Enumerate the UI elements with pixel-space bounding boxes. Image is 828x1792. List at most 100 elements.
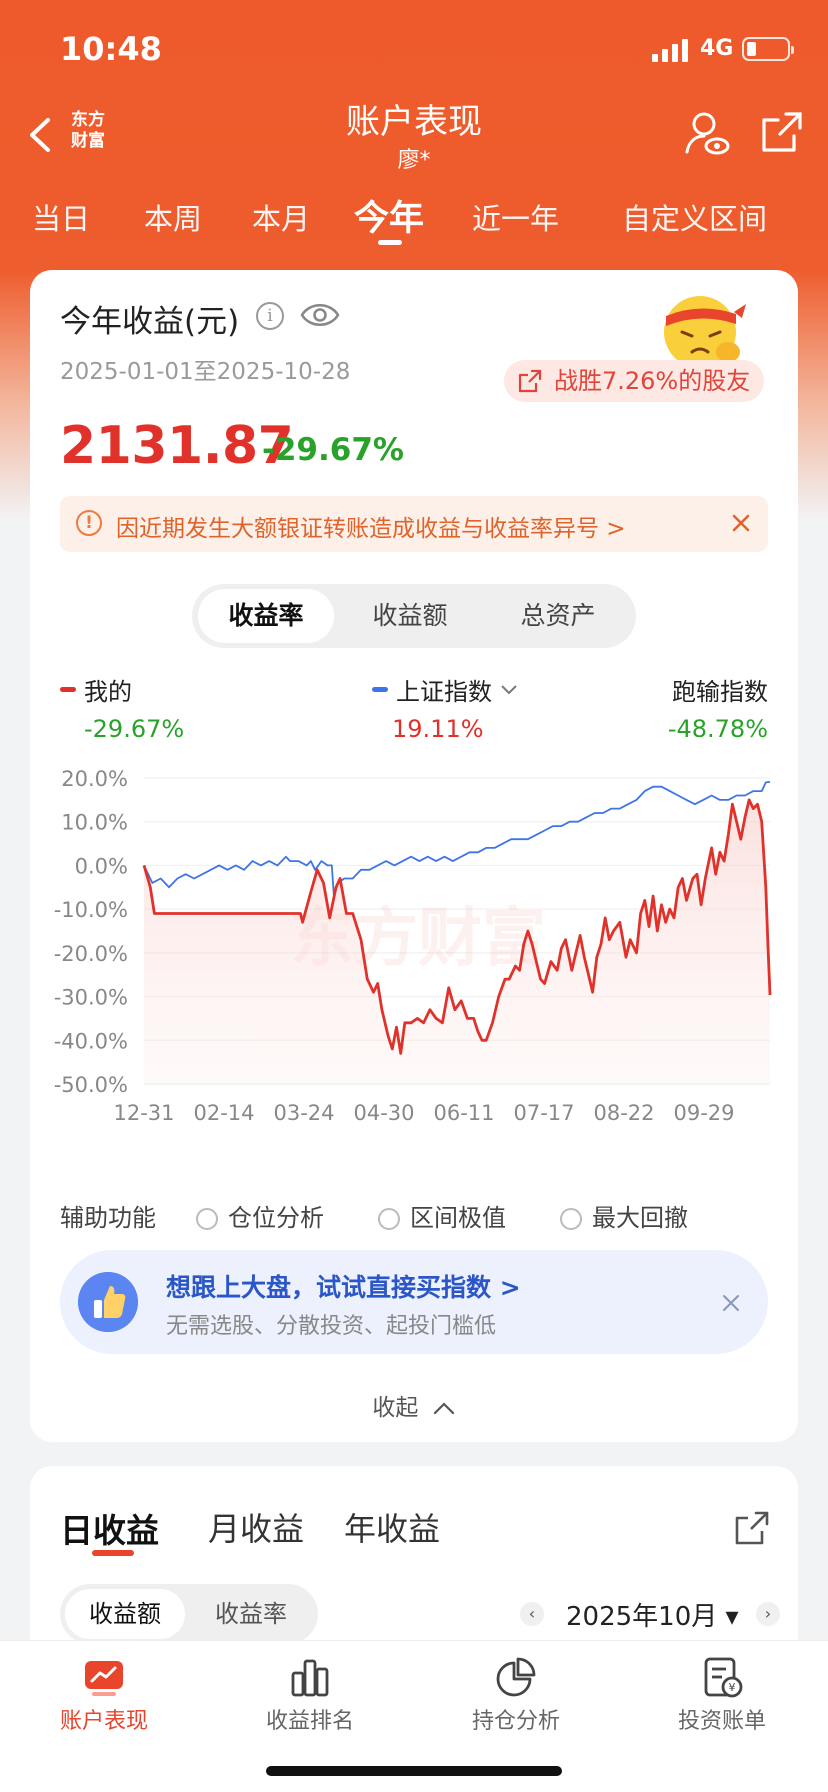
bill-icon: ¥ [704,1657,743,1698]
legend-diff: 跑输指数 -48.78% [668,672,768,743]
tab-daily-earnings[interactable]: 日收益 [60,1504,159,1552]
segment-rate[interactable]: 收益率 [190,1589,312,1639]
tab-custom-range[interactable]: 自定义区间 [622,196,767,238]
svg-text:¥: ¥ [729,1681,736,1694]
tab-monthly-earnings[interactable]: 月收益 [208,1504,304,1550]
promo-banner[interactable]: 想跟上大盘，试试直接买指数 > 无需选股、分散投资、起投门槛低 [60,1250,768,1354]
warning-icon: ! [76,510,102,536]
x-tick-label: 08-22 [593,1101,654,1125]
aux-max-drawdown[interactable]: 最大回撤 [560,1198,688,1233]
legend-diff-value: -48.78% [667,715,768,743]
pie-chart-icon [496,1657,536,1697]
aux-title: 辅助功能 [60,1204,156,1232]
legend-index[interactable]: 上证指数 19.11% [372,672,518,743]
x-tick-label: 06-11 [433,1101,494,1125]
eye-icon[interactable] [300,298,340,332]
date-range: 2025-01-01至2025-10-28 [60,359,351,385]
y-tick-label: 20.0% [61,767,128,791]
radio-icon [560,1208,582,1230]
legend-mine-value: -29.67% [84,715,185,743]
earnings-segmented-control: 收益额 收益率 [60,1584,318,1644]
aux-range-extreme[interactable]: 区间极值 [378,1198,506,1233]
active-tab-indicator [378,240,402,245]
profit-rate: -29.67% [262,432,404,468]
tabbar-account-performance[interactable]: 账户表现 [14,1655,194,1735]
chevron-up-icon [433,1402,454,1415]
user-eye-icon[interactable] [684,110,730,156]
index-line [143,781,771,897]
active-tab-indicator [92,1550,134,1556]
radio-icon [378,1208,400,1230]
segment-return-rate[interactable]: 收益率 [198,589,334,643]
share-icon[interactable] [734,1510,770,1546]
metric-segmented-control: 收益率 收益额 总资产 [192,584,636,648]
segment-amount[interactable]: 收益额 [65,1589,185,1639]
promo-title: 想跟上大盘，试试直接买指数 > [166,1273,521,1302]
x-tick-label: 12-31 [113,1101,174,1125]
signal-icon [652,38,688,62]
prev-month-icon[interactable]: ‹ [520,1602,544,1626]
radio-icon [196,1208,218,1230]
close-icon[interactable] [728,510,754,536]
return-line-chart[interactable]: 东方财富 20.0%10.0%0.0%-10.0%-20.0%-30.0%-40… [50,750,790,1130]
share-small-icon [518,369,542,393]
tabbar-holdings[interactable]: 持仓分析 [426,1655,606,1735]
aux-functions: 辅助功能 仓位分析 区间极值 最大回撤 [60,1198,768,1238]
battery-icon [742,37,794,61]
share-icon[interactable] [760,110,804,154]
info-icon[interactable]: i [256,302,284,330]
tab-last-year[interactable]: 近一年 [472,196,559,238]
beat-badge[interactable]: 战胜7.26%的股友 [504,360,765,402]
nav-header: 东方财富 账户表现 廖* [0,92,828,182]
legend-diff-label: 跑输指数 [672,678,768,706]
x-tick-label: 04-30 [353,1101,414,1125]
y-tick-label: -30.0% [54,986,128,1010]
status-bar: 10:48 4G [0,0,828,100]
month-label[interactable]: 2025年10月 ▾ [566,1596,739,1633]
legend-index-value: 19.11% [392,715,484,743]
status-time: 10:48 [60,30,162,68]
close-icon[interactable] [720,1292,742,1314]
x-tick-label: 09-29 [673,1101,734,1125]
tab-today[interactable]: 当日 [32,196,90,238]
summary-title: 今年收益(元) [60,304,240,340]
chart-legend: 我的 -29.67% 上证指数 19.11% 跑输指数 -48.78% [60,672,768,748]
tabbar-ranking[interactable]: 收益排名 [220,1655,400,1735]
period-tabs: 当日 本周 本月 今年 近一年 自定义区间 [0,186,828,246]
home-indicator [266,1766,562,1776]
promo-subtitle: 无需选股、分散投资、起投门槛低 [166,1314,497,1339]
collapse-label: 收起 [372,1395,419,1421]
next-month-icon[interactable]: › [756,1602,780,1626]
month-picker: ‹ 2025年10月 ▾ › [492,1584,782,1644]
y-tick-label: -50.0% [54,1073,128,1097]
chart-screen-icon [85,1661,123,1696]
x-tick-label: 03-24 [273,1101,334,1125]
y-tick-label: 10.0% [61,811,128,835]
tabbar-bills[interactable]: ¥ 投资账单 [632,1655,812,1735]
segment-total-assets[interactable]: 总资产 [486,589,630,643]
x-tick-label: 02-14 [193,1101,254,1125]
y-tick-label: -40.0% [54,1029,128,1053]
tab-month[interactable]: 本月 [252,196,310,238]
notice-banner[interactable]: ! 因近期发生大额银证转账造成收益与收益率异号 > [60,496,768,552]
notice-text: 因近期发生大额银证转账造成收益与收益率异号 > [116,516,626,542]
legend-index-label: 上证指数 [396,678,492,706]
segment-return-amount[interactable]: 收益额 [340,589,480,643]
chevron-down-icon [501,684,517,694]
tabbar-label: 收益排名 [265,1709,354,1734]
legend-mine: 我的 -29.67% [60,672,184,743]
legend-mine-label: 我的 [84,678,132,706]
beat-text: 战胜7.26%的股友 [554,367,751,395]
collapse-toggle[interactable]: 收起 [30,1388,798,1422]
tab-week[interactable]: 本周 [144,196,202,238]
tab-year[interactable]: 今年 [354,190,424,241]
profit-amount: 2131.87 [60,416,294,476]
tabbar-label: 持仓分析 [471,1709,560,1734]
aux-position-analysis[interactable]: 仓位分析 [196,1198,324,1233]
tabbar-label: 投资账单 [677,1709,766,1734]
tab-yearly-earnings[interactable]: 年收益 [344,1504,440,1550]
bar-chart-icon [291,1659,329,1697]
earnings-card: 日收益 月收益 年收益 收益额 收益率 ‹ 2025年10月 ▾ › [30,1466,798,1666]
y-tick-label: -20.0% [54,942,128,966]
y-tick-label: 0.0% [75,854,128,878]
